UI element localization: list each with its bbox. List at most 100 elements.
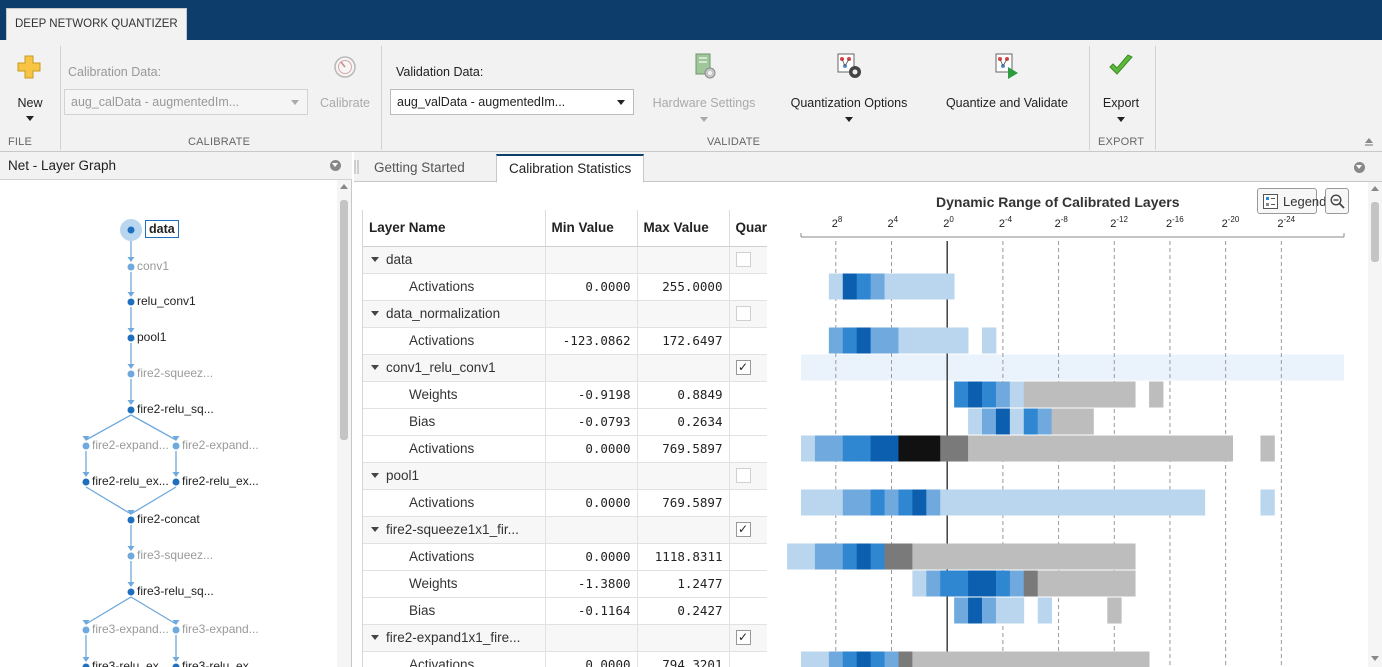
heatmap-cell <box>1037 543 1053 570</box>
calibrate-button[interactable]: Calibrate <box>312 44 378 124</box>
graph-node-label[interactable]: pool1 <box>137 330 166 344</box>
vertical-scrollbar[interactable] <box>1368 182 1382 667</box>
table-group-row[interactable]: pool1 <box>363 462 767 490</box>
table-group-row[interactable]: data_normalization <box>363 300 767 328</box>
expand-triangle-icon[interactable] <box>371 256 379 262</box>
heatmap-cell <box>1065 489 1080 516</box>
tab-calibration-statistics[interactable]: Calibration Statistics <box>496 154 645 183</box>
panel-menu-icon[interactable] <box>330 160 341 171</box>
graph-node-dot[interactable] <box>127 588 135 596</box>
graph-node-dot[interactable] <box>82 626 90 634</box>
quantize-and-validate-button[interactable]: Quantize and Validate <box>930 44 1084 128</box>
table-row[interactable]: Bias -0.1164 0.2427 <box>363 597 767 625</box>
heatmap-cell <box>1121 489 1136 516</box>
heatmap-cell <box>842 273 858 300</box>
tab-getting-started[interactable]: Getting Started <box>362 154 477 182</box>
graph-node-label[interactable]: fire2-relu_ex... <box>92 474 169 488</box>
section-label-export: EXPORT <box>1098 136 1145 148</box>
table-row[interactable]: Activations 0.0000 794.3201 <box>363 651 767 667</box>
table-row[interactable]: Bias -0.0793 0.2634 <box>363 408 767 436</box>
table-row[interactable]: Activations 0.0000 1118.8311 <box>363 543 767 571</box>
heatmap-cell <box>884 273 899 300</box>
layer-name-text: fire2-expand1x1_fire... <box>386 630 521 645</box>
column-header-min-value[interactable]: Min Value <box>545 210 638 247</box>
expand-triangle-icon[interactable] <box>371 364 379 370</box>
graph-node-dot[interactable] <box>127 263 135 271</box>
quantize-checkbox[interactable]: ✓ <box>735 630 751 646</box>
quantize-checkbox[interactable]: ✓ <box>735 522 751 538</box>
graph-node-dot[interactable] <box>127 298 135 306</box>
graph-node-label-selected[interactable]: data <box>145 220 179 238</box>
table-row[interactable]: Activations -123.0862 172.6497 <box>363 327 767 355</box>
scrollbar-thumb[interactable] <box>1371 202 1379 262</box>
graph-node-label[interactable]: fire3-expand... <box>182 622 259 636</box>
graph-node-label[interactable]: fire2-relu_ex... <box>182 474 259 488</box>
graph-node-dot[interactable] <box>172 626 180 634</box>
chevron-down-icon <box>700 117 708 122</box>
column-header-quantize[interactable]: Quar <box>729 210 767 247</box>
heatmap-cell <box>898 543 913 570</box>
chevron-down-icon <box>1117 117 1125 122</box>
graph-node-dot[interactable] <box>127 552 135 560</box>
table-group-row[interactable]: fire2-expand1x1_fire... ✓ <box>363 624 767 652</box>
validation-data-dropdown[interactable]: aug_valData - augmentedIm... <box>390 89 634 115</box>
table-group-row[interactable]: data <box>363 246 767 274</box>
graph-node-dot[interactable] <box>82 478 90 486</box>
graph-node-label[interactable]: fire3-relu_ex... <box>182 659 259 667</box>
vertical-scrollbar[interactable] <box>337 180 351 667</box>
hardware-settings-button[interactable]: Hardware Settings <box>640 44 768 128</box>
zoom-button[interactable] <box>1325 188 1349 214</box>
graph-node-dot[interactable] <box>127 406 135 414</box>
graph-node-dot[interactable] <box>127 334 135 342</box>
graph-node-dot[interactable] <box>172 478 180 486</box>
graph-node-dot[interactable] <box>82 663 90 667</box>
graph-node-label[interactable]: conv1 <box>137 259 169 273</box>
graph-node-label[interactable]: fire2-relu_sq... <box>137 402 214 416</box>
graph-node-dot[interactable] <box>127 226 135 234</box>
collapse-toolstrip-icon[interactable] <box>1364 136 1374 146</box>
graph-node-label[interactable]: fire3-relu_sq... <box>137 584 214 598</box>
column-header-max-value[interactable]: Max Value <box>637 210 730 247</box>
graph-node-dot[interactable] <box>82 442 90 450</box>
table-group-row[interactable]: fire2-squeeze1x1_fir... ✓ <box>363 516 767 544</box>
expand-triangle-icon[interactable] <box>371 310 379 316</box>
graph-node-dot[interactable] <box>127 370 135 378</box>
graph-node-label[interactable]: fire2-expand... <box>182 438 259 452</box>
graph-node-dot[interactable] <box>172 442 180 450</box>
table-group-row[interactable]: conv1_relu_conv1 ✓ <box>363 354 767 382</box>
app-tab-deep-network-quantizer[interactable]: DEEP NETWORK QUANTIZER <box>6 8 187 40</box>
scroll-down-icon[interactable] <box>1371 656 1379 661</box>
scroll-up-icon[interactable] <box>340 184 348 189</box>
graph-node-label[interactable]: fire3-expand... <box>92 622 169 636</box>
panel-menu-icon[interactable] <box>1354 162 1365 173</box>
quantize-checkbox[interactable]: ✓ <box>735 360 751 376</box>
graph-node-label[interactable]: fire2-expand... <box>92 438 169 452</box>
expand-triangle-icon[interactable] <box>371 526 379 532</box>
graph-node-label[interactable]: relu_conv1 <box>137 294 196 308</box>
graph-node-dot[interactable] <box>127 516 135 524</box>
table-row[interactable]: Activations 0.0000 255.0000 <box>363 273 767 301</box>
graph-node-label[interactable]: fire3-relu_ex... <box>92 659 169 667</box>
table-row[interactable]: Activations 0.0000 769.5897 <box>363 435 767 463</box>
column-header-layer-name[interactable]: Layer Name <box>363 210 546 247</box>
heatmap-cell <box>926 489 941 516</box>
legend-button[interactable]: Legend <box>1257 188 1326 214</box>
quantization-options-button[interactable]: Quantization Options <box>774 44 924 128</box>
export-button[interactable]: Export <box>1092 44 1150 128</box>
graph-node-dot[interactable] <box>172 663 180 667</box>
graph-node-label[interactable]: fire3-squeez... <box>137 548 213 562</box>
legend-icon <box>1263 194 1278 209</box>
table-row[interactable]: Weights -1.3800 1.2477 <box>363 570 767 598</box>
table-row[interactable]: Weights -0.9198 0.8849 <box>363 381 767 409</box>
scrollbar-thumb[interactable] <box>340 200 348 440</box>
expand-triangle-icon[interactable] <box>371 472 379 478</box>
new-button[interactable]: New <box>6 44 54 124</box>
table-row[interactable]: Activations 0.0000 769.5897 <box>363 489 767 517</box>
graph-node-label[interactable]: fire2-squeez... <box>137 366 213 380</box>
graph-node-label[interactable]: fire2-concat <box>137 512 200 526</box>
layer-graph[interactable]: data conv1 relu_conv1 pool1 fire2-squeez... f… <box>0 180 336 667</box>
expand-triangle-icon[interactable] <box>371 634 379 640</box>
scroll-up-icon[interactable] <box>1371 186 1379 191</box>
quantize-checkbox <box>735 252 751 268</box>
calibration-data-dropdown[interactable]: aug_calData - augmentedIm... <box>64 89 308 115</box>
